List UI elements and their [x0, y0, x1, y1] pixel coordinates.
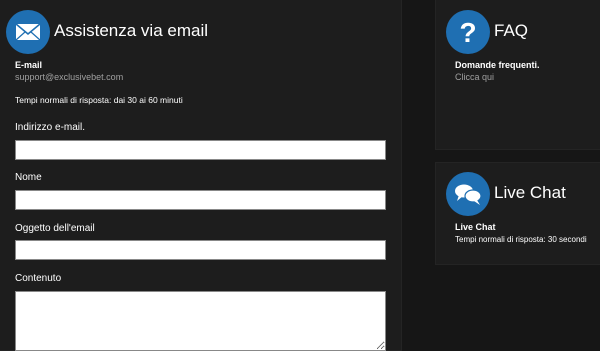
content-textarea[interactable] — [15, 291, 386, 351]
email-address-input[interactable] — [15, 140, 386, 160]
faq-panel[interactable]: ? FAQ Domande frequenti. Clicca qui — [435, 0, 600, 150]
svg-text:?: ? — [459, 17, 476, 48]
email-panel-title: Assistenza via email — [54, 21, 209, 40]
email-response-time: Tempi normali di risposta: dai 30 ai 60 … — [15, 95, 183, 105]
address-field-label: Indirizzo e-mail. — [15, 122, 86, 133]
envelope-icon — [6, 10, 50, 54]
subject-field-label: Oggetto dell'email — [15, 223, 95, 234]
faq-panel-title: FAQ — [494, 21, 529, 40]
faq-subtitle: Domande frequenti. — [455, 60, 540, 70]
support-email-address[interactable]: support@exclusivebet.com — [15, 72, 123, 82]
chat-panel-title: Live Chat — [494, 183, 566, 202]
subject-input[interactable] — [15, 240, 386, 260]
question-mark-icon: ? — [446, 10, 490, 54]
name-input[interactable] — [15, 190, 386, 210]
chat-response-time: Tempi normali di risposta: 30 secondi — [455, 235, 587, 244]
faq-link[interactable]: Clicca qui — [455, 72, 494, 82]
email-support-panel: Assistenza via email E-mail support@excl… — [0, 0, 402, 351]
name-field-label: Nome — [15, 172, 42, 183]
email-label: E-mail — [15, 60, 43, 70]
content-field-label: Contenuto — [15, 273, 62, 284]
chat-bubbles-icon — [446, 172, 490, 216]
chat-subtitle: Live Chat — [455, 222, 496, 232]
live-chat-panel[interactable]: Live Chat Live Chat Tempi normali di ris… — [435, 162, 600, 265]
